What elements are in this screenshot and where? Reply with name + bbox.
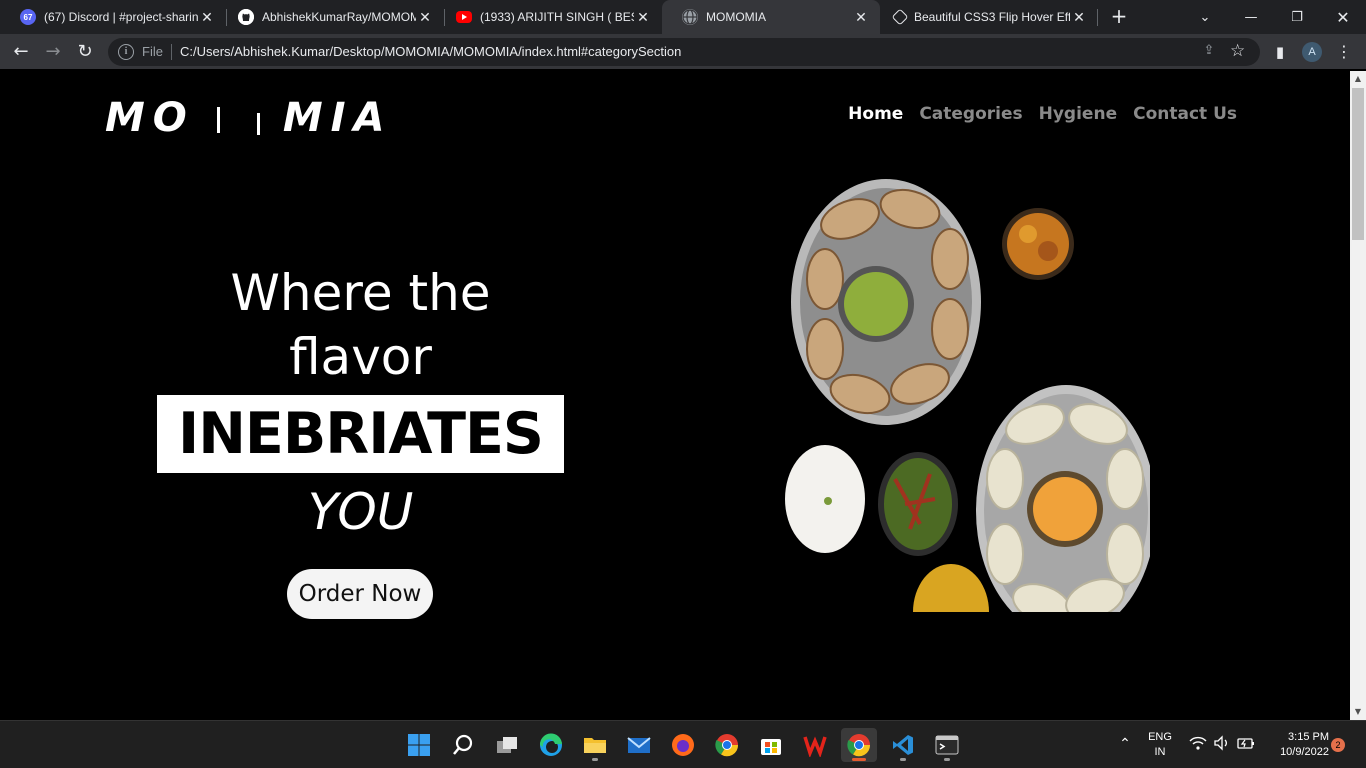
globe-icon (682, 9, 698, 25)
tab-title: Beautiful CSS3 Flip Hover Eff (914, 10, 1070, 24)
windows-taskbar: ⌃ ENG IN 3:15 PM 10/9/2022 2 (0, 720, 1366, 768)
hero-food-image (785, 179, 1150, 612)
pickle-bowl (1002, 208, 1074, 280)
firefox-icon[interactable] (665, 728, 701, 762)
language-indicator[interactable]: ENG IN (1143, 730, 1177, 760)
github-icon (238, 9, 254, 25)
tab-search-icon[interactable]: ⌄ (1182, 0, 1228, 34)
close-window-icon[interactable]: ✕ (1320, 0, 1366, 34)
hero-highlight: INEBRIATES (157, 395, 564, 473)
steamed-momo-plate (976, 385, 1150, 612)
close-icon[interactable]: ✕ (852, 9, 870, 26)
tab-title: (1933) ARIJITH SINGH ( BEST (480, 10, 634, 24)
language-line-2: IN (1154, 746, 1166, 758)
terminal-icon[interactable] (929, 728, 965, 762)
language-line-1: ENG (1148, 731, 1172, 743)
running-indicator (900, 758, 906, 761)
new-tab-icon[interactable]: + (1108, 5, 1130, 27)
scroll-up-icon[interactable]: ▲ (1350, 71, 1366, 87)
scheme-label: File (142, 44, 163, 59)
close-icon[interactable]: ✕ (1070, 9, 1088, 26)
mail-icon[interactable] (621, 728, 657, 762)
side-panel-icon[interactable]: ▮ (1266, 38, 1294, 66)
tab-strip: 67 (67) Discord | #project-sharin ✕ Abhi… (0, 0, 1366, 34)
tab-title: MOMOMIA (706, 10, 766, 24)
url-text[interactable]: C:/Users/Abhishek.Kumar/Desktop/MOMOMIA/… (180, 44, 681, 59)
beans-bowl (878, 452, 958, 556)
hero-line-4: YOU (307, 483, 414, 541)
tab-youtube[interactable]: (1933) ARIJITH SINGH ( BEST ✕ (436, 0, 662, 34)
clock-date: 10/9/2022 (1280, 746, 1329, 758)
wifi-icon[interactable] (1187, 734, 1209, 755)
clock-time: 3:15 PM (1288, 731, 1329, 743)
tab-codepen[interactable]: Beautiful CSS3 Flip Hover Eff ✕ (872, 0, 1098, 34)
wps-icon[interactable] (797, 728, 833, 762)
task-view-icon[interactable] (489, 728, 525, 762)
bookmark-star-icon[interactable]: ☆ (1230, 41, 1245, 61)
tab-title: AbhishekKumarRay/MOMOM (262, 10, 416, 24)
logo-text-right: MIA (282, 95, 393, 141)
hero-line-1: Where the (230, 264, 491, 322)
forward-icon[interactable]: → (39, 38, 67, 66)
page-viewport: MO MIA Home Categories Hygiene Contact Us… (0, 71, 1350, 720)
info-icon[interactable]: i (118, 44, 134, 60)
scroll-down-icon[interactable]: ▼ (1350, 704, 1366, 720)
menu-icon[interactable]: ⋮ (1330, 38, 1358, 66)
close-icon[interactable]: ✕ (634, 9, 652, 26)
chrome-active-icon[interactable] (841, 728, 877, 762)
avatar[interactable]: A (1302, 42, 1322, 62)
codepen-icon (891, 8, 909, 26)
clock[interactable]: 3:15 PM 10/9/2022 (1263, 730, 1329, 760)
page-scrollbar[interactable]: ▲ ▼ (1350, 71, 1366, 720)
address-bar[interactable]: i File C:/Users/Abhishek.Kumar/Desktop/M… (108, 38, 1260, 66)
nav-home[interactable]: Home (848, 104, 903, 124)
edge-icon[interactable] (533, 728, 569, 762)
hero-heading: Where the flavor INEBRIATES YOU (157, 261, 564, 551)
start-icon[interactable] (401, 728, 437, 762)
site-logo[interactable]: MO MIA (105, 95, 392, 141)
youtube-icon (456, 11, 472, 23)
tab-title: (67) Discord | #project-sharin (44, 10, 198, 24)
search-icon[interactable] (445, 728, 481, 762)
scroll-thumb[interactable] (1352, 88, 1364, 240)
close-icon[interactable]: ✕ (198, 9, 216, 26)
active-indicator (852, 758, 866, 761)
logo-text-left: MO (105, 95, 195, 141)
browser-toolbar: ← → ↻ i File C:/Users/Abhishek.Kumar/Des… (0, 34, 1366, 70)
address-separator (171, 44, 172, 60)
main-nav: Home Categories Hygiene Contact Us (848, 104, 1237, 124)
tab-momomia[interactable]: MOMOMIA ✕ (662, 0, 880, 34)
reload-icon[interactable]: ↻ (71, 38, 99, 66)
vscode-icon[interactable] (885, 728, 921, 762)
hero-line-2: flavor (289, 328, 432, 386)
tray-overflow-icon[interactable]: ⌃ (1115, 735, 1135, 752)
fried-momo-plate (791, 179, 981, 425)
minimize-icon[interactable]: — (1228, 0, 1274, 34)
discord-icon: 67 (20, 9, 36, 25)
nav-categories[interactable]: Categories (919, 104, 1022, 124)
tab-discord[interactable]: 67 (67) Discord | #project-sharin ✕ (0, 0, 226, 34)
battery-icon[interactable] (1235, 734, 1257, 755)
tab-separator (1097, 9, 1098, 26)
back-icon[interactable]: ← (7, 38, 35, 66)
dal-bowl (913, 564, 989, 612)
file-explorer-icon[interactable] (577, 728, 613, 762)
chrome-icon[interactable] (709, 728, 745, 762)
nav-hygiene[interactable]: Hygiene (1039, 104, 1117, 124)
rice-bowl (785, 445, 865, 553)
notification-badge[interactable]: 2 (1331, 738, 1345, 752)
running-indicator (592, 758, 598, 761)
share-icon[interactable]: ⇪ (1200, 43, 1218, 61)
close-icon[interactable]: ✕ (416, 9, 434, 26)
nav-contact-us[interactable]: Contact Us (1133, 104, 1237, 124)
restore-icon[interactable]: ❐ (1274, 0, 1320, 34)
order-now-button[interactable]: Order Now (287, 569, 433, 619)
logo-glyph (195, 101, 283, 135)
volume-icon[interactable] (1211, 734, 1233, 755)
store-icon[interactable] (753, 728, 789, 762)
running-indicator (944, 758, 950, 761)
tab-github[interactable]: AbhishekKumarRay/MOMOM ✕ (218, 0, 444, 34)
